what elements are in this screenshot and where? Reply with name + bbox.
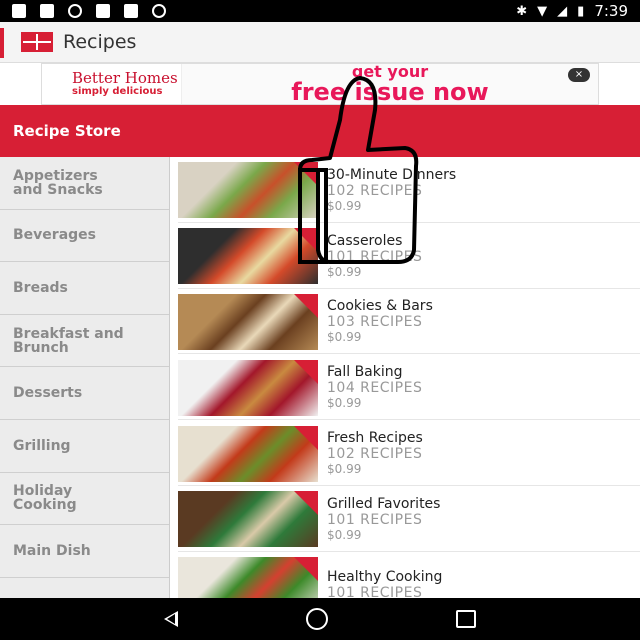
recipe-name: 30-Minute Dinners <box>327 166 457 183</box>
signal-icon: ◢ <box>557 3 568 19</box>
recipe-count: 101 RECIPES <box>327 248 423 265</box>
screen: ✱ ▼ ◢ ▮ 7:39 Recipes Better Homes simply… <box>0 0 640 640</box>
recipe-count: 101 RECIPES <box>327 585 423 598</box>
back-icon[interactable] <box>164 611 178 627</box>
recipe-name: Fresh Recipes <box>327 430 423 447</box>
bluetooth-icon: ✱ <box>516 3 528 19</box>
recipe-info: Fresh Recipes 102 RECIPES $0.99 <box>327 428 423 477</box>
status-icons-right: ✱ ▼ ◢ ▮ 7:39 <box>516 2 640 20</box>
recipe-count: 102 RECIPES <box>327 182 423 199</box>
facebook-icon <box>12 4 26 18</box>
image-icon <box>40 4 54 18</box>
recipe-thumbnail <box>178 293 318 350</box>
recipe-thumbnail <box>178 557 318 598</box>
recipe-badge-icon <box>294 162 318 187</box>
page-title: Recipes <box>63 31 137 53</box>
recipe-count: 102 RECIPES <box>327 446 423 463</box>
category-sidebar: Appetizers and Snacks Beverages Breads B… <box>0 157 170 598</box>
recipe-thumbnail <box>178 162 318 219</box>
recipe-price: $0.99 <box>327 198 362 213</box>
recipe-price: $0.99 <box>327 527 362 542</box>
tag-icon <box>124 4 138 18</box>
store-header-title: Recipe Store <box>13 122 121 140</box>
android-icon <box>152 4 166 18</box>
recipe-badge-icon <box>294 491 318 516</box>
recipe-price: $0.99 <box>327 462 362 477</box>
recipe-name: Grilled Favorites <box>327 495 441 512</box>
ad-magazine-title: Better Homes <box>72 68 178 87</box>
list-item[interactable]: Healthy Cooking 101 RECIPES <box>178 552 640 598</box>
list-item[interactable]: Fresh Recipes 102 RECIPES $0.99 <box>178 420 640 486</box>
store-header: Recipe Store <box>0 105 640 157</box>
recipe-thumbnail <box>178 228 318 285</box>
status-bar: ✱ ▼ ◢ ▮ 7:39 <box>0 0 640 22</box>
recipe-name: Fall Baking <box>327 364 403 381</box>
sidebar-item-grilling[interactable]: Grilling <box>0 420 169 473</box>
battery-icon: ▮ <box>577 3 585 19</box>
sidebar-item-desserts[interactable]: Desserts <box>0 367 169 420</box>
sidebar-item-main-dish[interactable]: Main Dish <box>0 525 169 578</box>
sidebar-item-holiday[interactable]: Holiday Cooking <box>0 473 169 526</box>
sidebar-item-more[interactable] <box>0 578 169 598</box>
recipe-badge-icon <box>294 228 318 253</box>
recipe-thumbnail <box>178 425 318 482</box>
lock-icon <box>96 4 110 18</box>
recipe-info: Casseroles 101 RECIPES $0.99 <box>327 231 422 280</box>
recipe-info: Cookies & Bars 103 RECIPES $0.99 <box>327 296 433 345</box>
ad-magazine-subtitle: simply delicious <box>72 85 163 97</box>
ad-magazine-cover: Better Homes simply delicious <box>42 64 182 104</box>
list-item[interactable]: Grilled Favorites 101 RECIPES $0.99 <box>178 486 640 552</box>
drawer-edge[interactable] <box>0 28 4 58</box>
list-item[interactable]: Fall Baking 104 RECIPES $0.99 <box>178 354 640 421</box>
recipe-count: 101 RECIPES <box>327 511 423 528</box>
recipe-count: 103 RECIPES <box>327 314 423 331</box>
ad-headline-main: free issue now <box>291 78 489 105</box>
sidebar-item-breakfast[interactable]: Breakfast and Brunch <box>0 315 169 368</box>
recipe-name: Healthy Cooking <box>327 569 443 586</box>
list-item[interactable]: Casseroles 101 RECIPES $0.99 <box>178 223 640 289</box>
recipe-count: 104 RECIPES <box>327 380 423 397</box>
recipe-list: 30-Minute Dinners 102 RECIPES $0.99 Cassero… <box>178 157 640 598</box>
app-bar: Recipes <box>0 22 640 63</box>
recipe-thumbnail <box>178 359 318 416</box>
navigation-bar <box>0 598 640 640</box>
recipe-info: Healthy Cooking 101 RECIPES <box>327 567 442 598</box>
list-item[interactable]: Cookies & Bars 103 RECIPES $0.99 <box>178 289 640 355</box>
status-icons-left <box>0 4 166 18</box>
list-item[interactable]: 30-Minute Dinners 102 RECIPES $0.99 <box>178 157 640 223</box>
recipe-price: $0.99 <box>327 330 362 345</box>
status-time: 7:39 <box>594 2 628 20</box>
recipe-info: Grilled Favorites 101 RECIPES $0.99 <box>327 494 440 543</box>
sidebar-item-appetizers[interactable]: Appetizers and Snacks <box>0 157 169 210</box>
recipe-badge-icon <box>294 359 318 384</box>
recipe-thumbnail <box>178 491 318 548</box>
sidebar-item-breads[interactable]: Breads <box>0 262 169 315</box>
settings-icon <box>68 4 82 18</box>
ad-banner[interactable]: Better Homes simply delicious get your f… <box>41 63 599 105</box>
app-logo-icon <box>21 32 53 52</box>
ad-close-button[interactable]: × <box>568 68 590 82</box>
recipe-info: Fall Baking 104 RECIPES $0.99 <box>327 362 422 411</box>
recipe-name: Cookies & Bars <box>327 298 433 315</box>
ad-headline: get your free issue now <box>182 64 598 104</box>
recipe-name: Casseroles <box>327 232 403 249</box>
home-icon[interactable] <box>306 608 328 630</box>
recipe-badge-icon <box>294 425 318 450</box>
recipe-badge-icon <box>294 293 318 318</box>
wifi-icon: ▼ <box>537 3 548 19</box>
recipe-badge-icon <box>294 557 318 582</box>
recipe-price: $0.99 <box>327 264 362 279</box>
recipe-info: 30-Minute Dinners 102 RECIPES $0.99 <box>327 165 456 214</box>
recent-apps-icon[interactable] <box>456 610 476 628</box>
sidebar-item-beverages[interactable]: Beverages <box>0 210 169 263</box>
recipe-price: $0.99 <box>327 396 362 411</box>
